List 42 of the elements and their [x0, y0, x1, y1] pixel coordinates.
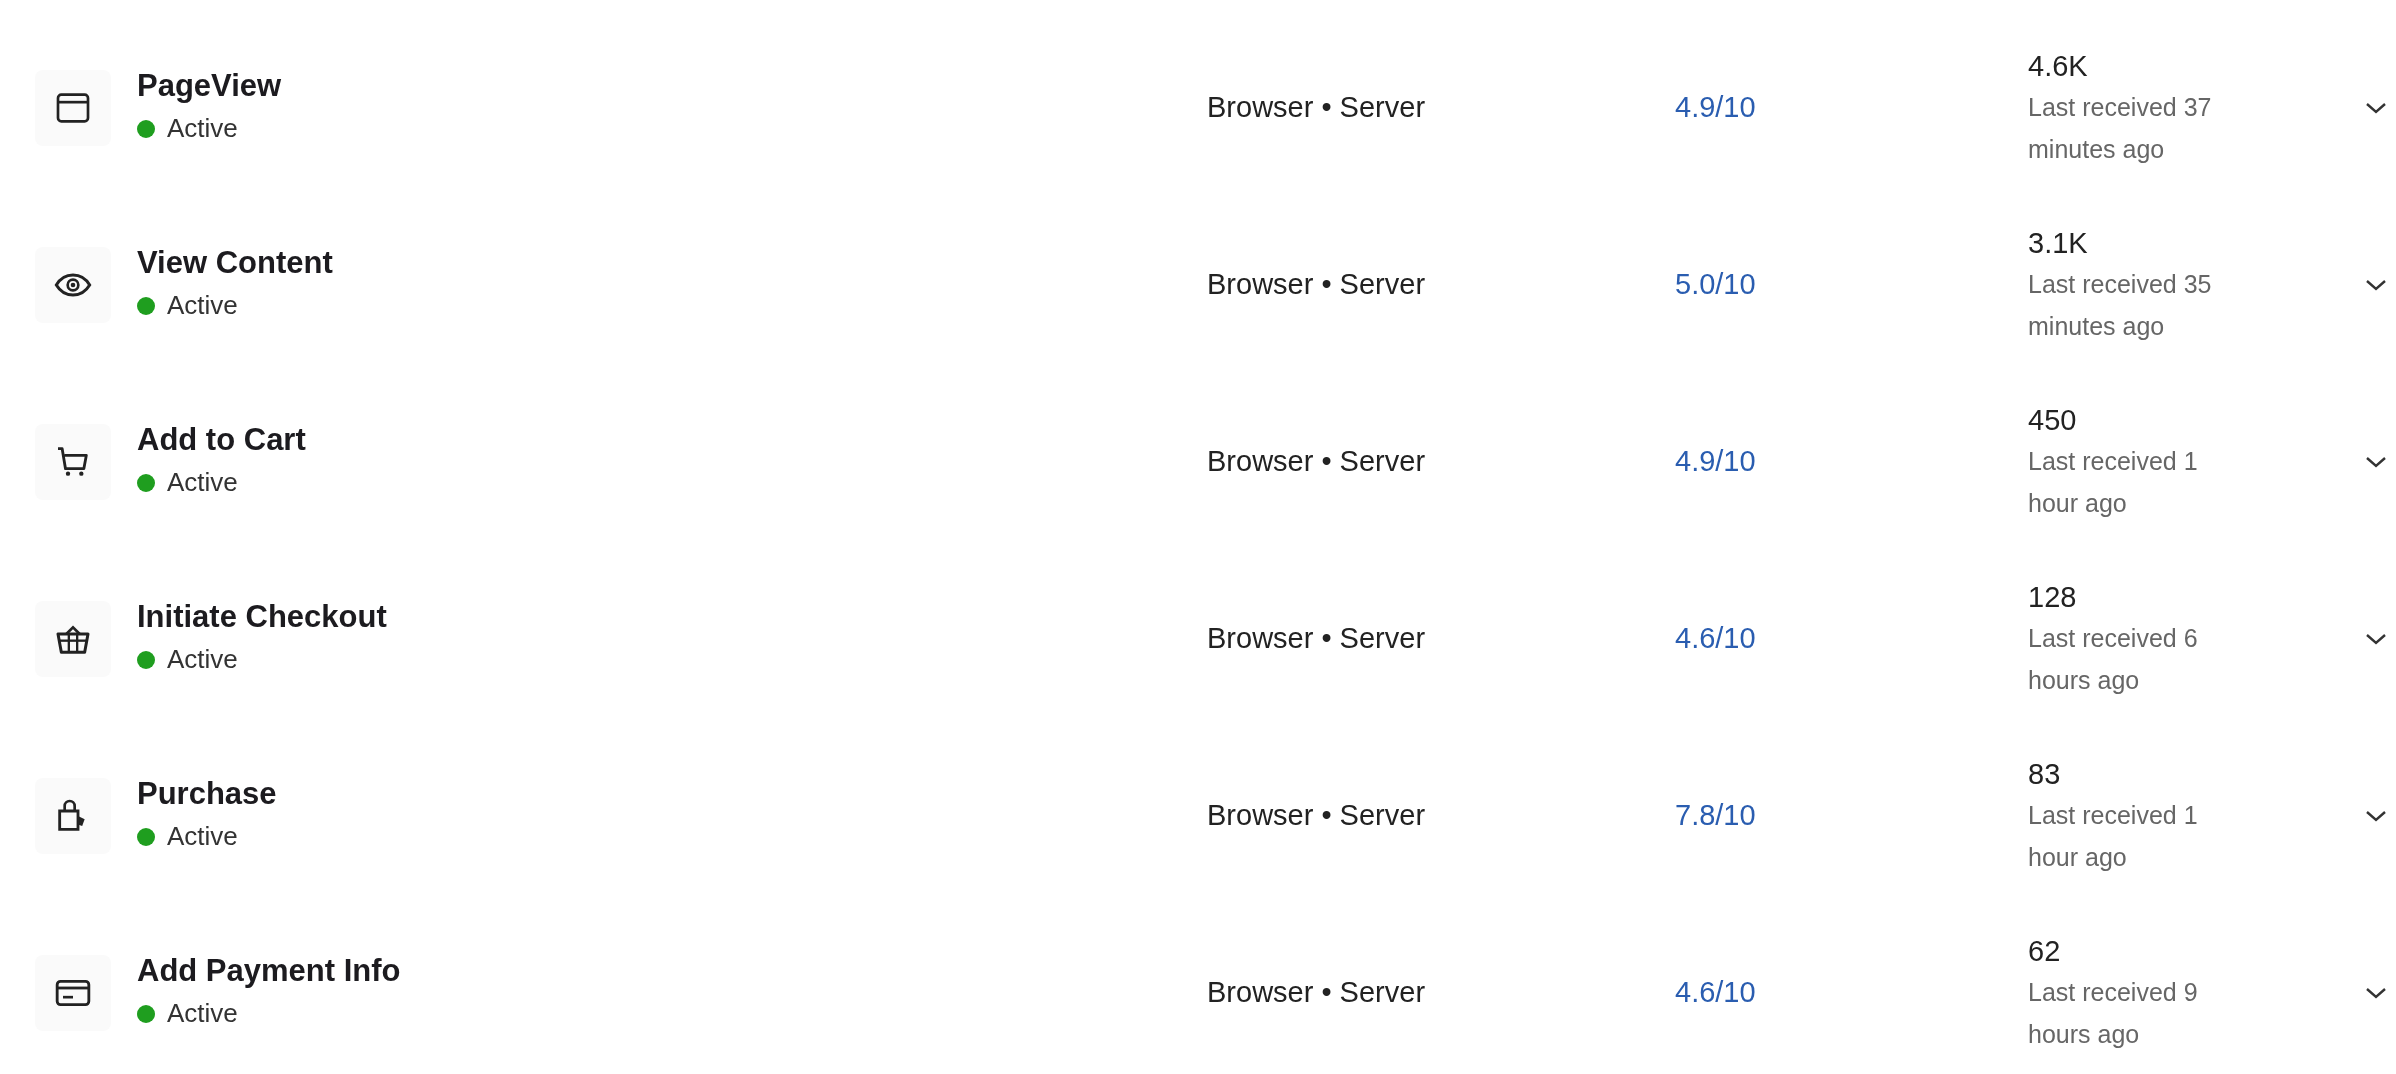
- event-count: 128: [2028, 579, 2077, 615]
- status-label: Active: [167, 820, 238, 854]
- chevron-icon: [2365, 631, 2387, 646]
- event-sources: Browser • Server: [1207, 974, 1426, 1010]
- status-label: Active: [167, 643, 238, 677]
- quality-score[interactable]: 4.6/10: [1675, 616, 1756, 661]
- event-count: 3.1K: [2028, 225, 2088, 261]
- event-count: 62: [2028, 933, 2061, 969]
- event-name: Initiate Checkout: [137, 597, 387, 636]
- quality-score[interactable]: 4.6/10: [1675, 970, 1756, 1015]
- event-name: Add Payment Info: [137, 951, 401, 990]
- last-received-text: Last received 9 hours ago: [2028, 976, 2199, 1050]
- event-name: Add to Cart: [137, 420, 306, 459]
- event-name: PageView: [137, 66, 282, 105]
- last-received-text: Last received 6 hours ago: [2028, 622, 2199, 696]
- chevron-icon: [2365, 277, 2387, 292]
- quality-score[interactable]: 4.9/10: [1675, 439, 1756, 484]
- event-name: Purchase: [137, 774, 277, 813]
- event-sources: Browser • Server: [1207, 620, 1426, 656]
- event-count: 4.6K: [2028, 48, 2088, 84]
- chevron-icon: [2365, 100, 2387, 115]
- event-sources: Browser • Server: [1207, 266, 1426, 302]
- quality-score[interactable]: 4.9/10: [1675, 85, 1756, 130]
- last-received-text: Last received 35 minutes ago: [2028, 268, 2213, 342]
- status-label: Active: [167, 112, 238, 146]
- status-label: Active: [167, 289, 238, 323]
- quality-score[interactable]: 5.0/10: [1675, 262, 1756, 307]
- status-label: Active: [167, 466, 238, 500]
- chevron-icon: [2365, 454, 2387, 469]
- status-label: Active: [167, 997, 238, 1031]
- event-sources: Browser • Server: [1207, 797, 1426, 833]
- chevron-icon: [2365, 808, 2387, 823]
- chevron-icon: [2365, 985, 2387, 1000]
- last-received-text: Last received 37 minutes ago: [2028, 91, 2213, 165]
- quality-score[interactable]: 7.8/10: [1675, 793, 1756, 838]
- last-received-text: Last received 1 hour ago: [2028, 445, 2199, 519]
- event-count: 83: [2028, 756, 2061, 792]
- event-name: View Content: [137, 243, 333, 282]
- last-received-text: Last received 1 hour ago: [2028, 799, 2199, 873]
- event-sources: Browser • Server: [1207, 443, 1426, 479]
- event-sources: Browser • Server: [1207, 89, 1426, 125]
- event-count: 450: [2028, 402, 2077, 438]
